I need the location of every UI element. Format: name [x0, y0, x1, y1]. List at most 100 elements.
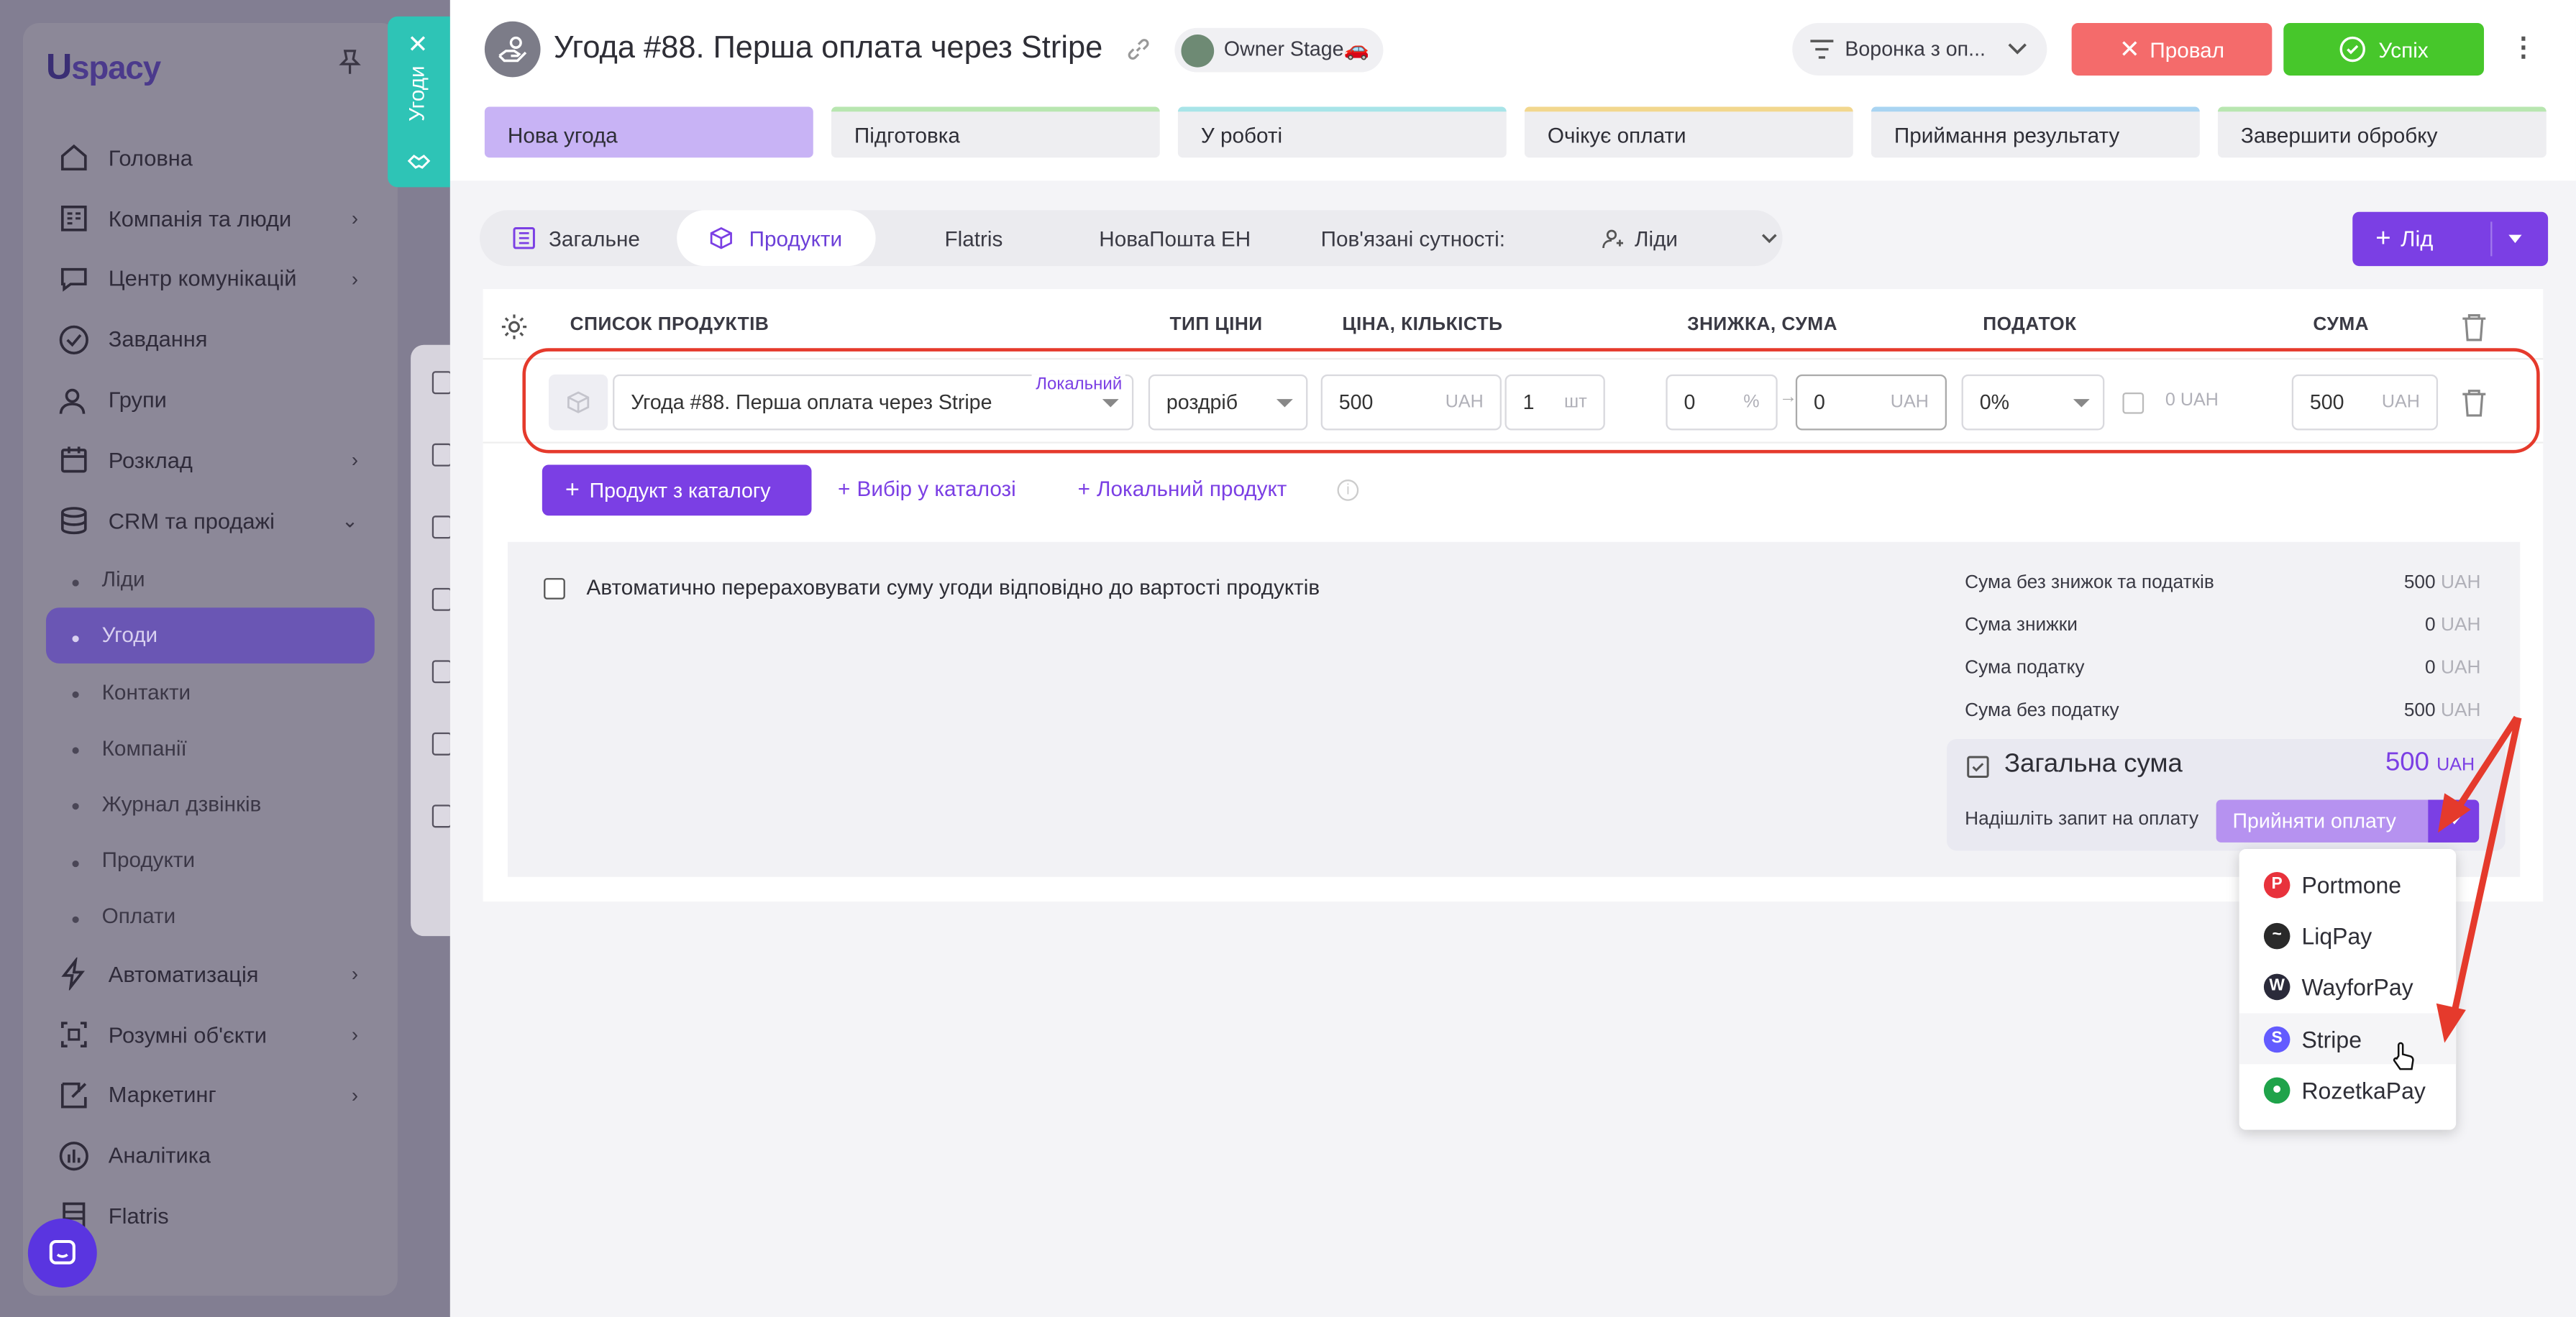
settings-gear-icon[interactable]: [499, 312, 529, 350]
sidebar-nav: Головна Компанія та люди › Центр комунік…: [45, 128, 375, 1247]
chevron-right-icon: ›: [351, 1083, 358, 1107]
analytics-icon: [56, 1137, 92, 1173]
sidebar-item-automation[interactable]: Автоматизація ›: [46, 944, 375, 1004]
sidebar-item-groups[interactable]: Групи: [46, 370, 375, 430]
more-menu-icon[interactable]: ⋮: [2511, 31, 2537, 64]
sidebar-item-tasks[interactable]: Завдання: [46, 309, 375, 370]
add-lead-button[interactable]: + Лід: [2352, 211, 2549, 267]
sidebar: Uspacy Головна Компанія та люди › Центр …: [0, 0, 450, 1317]
payment-option-rozetkapay[interactable]: ● RozetkaPay: [2239, 1064, 2457, 1115]
smart-object-icon: [56, 1017, 92, 1052]
check-circle-icon: [2339, 36, 2365, 63]
sidebar-item-call-log[interactable]: Журнал дзвінків: [46, 776, 375, 832]
product-from-catalog-button[interactable]: + Продукт з каталогу: [542, 464, 812, 516]
stage-in-progress[interactable]: У роботі: [1177, 106, 1507, 158]
sidebar-item-marketing[interactable]: Маркетинг ›: [46, 1065, 375, 1125]
list-icon: [513, 227, 535, 249]
chat-support-button[interactable]: [27, 1219, 97, 1288]
trash-icon[interactable]: [2461, 312, 2488, 350]
background-list: [411, 344, 450, 937]
deal-content: Загальне Продукти Flatris НоваПошта ЕН П…: [449, 180, 2576, 1317]
background-checkbox: [431, 660, 452, 684]
header-sum: СУМА: [2313, 315, 2370, 336]
link-icon[interactable]: [1125, 36, 1152, 70]
products-card: СПИСОК ПРОДУКТІВ ТИП ЦІНИ ЦІНА, КІЛЬКІСТ…: [483, 289, 2544, 902]
deal-tabs: Загальне Продукти Flatris НоваПошта ЕН П…: [480, 210, 1783, 267]
deal-header: Угода #88. Перша оплата через Stripe Own…: [449, 0, 2576, 181]
tab-flatris[interactable]: Flatris: [945, 210, 1003, 266]
sidebar-item-payments[interactable]: Оплати: [46, 888, 375, 944]
caret-down-icon: [2508, 234, 2522, 244]
tab-products[interactable]: Продукти: [677, 210, 875, 267]
sum-tax: Сума податку 0 UAH: [1965, 658, 2481, 679]
bolt-icon: [56, 956, 92, 992]
sidebar-item-analytics[interactable]: Аналітика: [46, 1125, 375, 1185]
company-icon: [56, 201, 92, 237]
calendar-icon: [56, 442, 92, 478]
stage-finish[interactable]: Завершити обробку: [2217, 106, 2547, 158]
pin-icon[interactable]: [339, 50, 362, 81]
chat-icon: [56, 261, 92, 297]
database-icon: [56, 503, 92, 538]
filter-icon: [1810, 40, 1834, 59]
deal-avatar: [484, 21, 541, 78]
success-button[interactable]: Успіх: [2283, 22, 2485, 76]
auto-recalc-checkbox[interactable]: [544, 578, 565, 600]
total-label: Загальна сума: [2004, 750, 2183, 779]
stage-acceptance[interactable]: Приймання результату: [1871, 106, 2200, 158]
chevron-right-icon: ›: [351, 1023, 358, 1047]
local-product-link[interactable]: + Локальний продукт: [1078, 476, 1287, 500]
sidebar-item-products[interactable]: Продукти: [46, 832, 375, 888]
background-checkbox: [431, 732, 452, 756]
deals-side-tab[interactable]: ✕ Угоди: [388, 16, 450, 188]
stage-bar: Нова угода Підготовка У роботі Очікує оп…: [484, 106, 2547, 158]
plus-icon: +: [1077, 476, 1090, 501]
chevron-right-icon: ›: [351, 267, 358, 291]
sidebar-item-leads[interactable]: Ліди: [46, 551, 375, 607]
logo[interactable]: Uspacy: [46, 46, 161, 88]
sidebar-item-company[interactable]: Компанія та люди ›: [46, 188, 375, 249]
header-price-qty: ЦІНА, КІЛЬКІСТЬ: [1342, 315, 1503, 336]
background-checkbox: [431, 443, 452, 467]
auto-recalc-label: Автоматично перераховувати суму угоди ві…: [586, 574, 1320, 600]
header-discount: ЗНИЖКА, СУМА: [1687, 315, 1838, 336]
wayforpay-icon: W: [2263, 973, 2290, 1000]
sidebar-item-contacts[interactable]: Контакти: [46, 664, 375, 720]
header-price-type: ТИП ЦІНИ: [1169, 315, 1263, 336]
stage-preparation[interactable]: Підготовка: [831, 106, 1160, 158]
sidebar-item-smart-objects[interactable]: Розумні об'єкти ›: [46, 1004, 375, 1065]
tab-general[interactable]: Загальне: [513, 210, 640, 266]
highlight-annotation: [522, 348, 2540, 454]
home-icon: [56, 140, 92, 176]
select-in-catalog-link[interactable]: + Вибір у каталозі: [838, 476, 1016, 500]
handshake-icon: [406, 148, 432, 183]
info-icon[interactable]: i: [1337, 479, 1359, 501]
check-circle-icon: [56, 321, 92, 357]
annotation-arrows: [2436, 715, 2522, 1043]
close-icon[interactable]: ✕: [408, 29, 429, 59]
sidebar-item-home[interactable]: Головна: [46, 128, 375, 188]
sidebar-item-companies[interactable]: Компанії: [46, 720, 375, 776]
sidebar-item-flatris[interactable]: Flatris: [46, 1186, 375, 1247]
funnel-select[interactable]: Воронка з оп...: [1792, 22, 2047, 76]
chevron-right-icon: ›: [351, 449, 358, 472]
page-title: Угода #88. Перша оплата через Stripe: [553, 31, 1103, 66]
chevron-right-icon: ›: [351, 963, 358, 986]
stage-awaiting-payment[interactable]: Очікує оплати: [1524, 106, 1853, 158]
owner-chip[interactable]: Owner Stage🚗: [1174, 27, 1383, 73]
background-checkbox: [431, 371, 452, 395]
summary-section: Автоматично перераховувати суму угоди ві…: [507, 541, 2521, 877]
stage-new-deal[interactable]: Нова угода: [484, 106, 813, 158]
sum-without-discounts: Сума без знижок та податків 500 UAH: [1965, 573, 2481, 593]
sum-discount: Сума знижки 0 UAH: [1965, 615, 2481, 636]
sidebar-item-communications[interactable]: Центр комунікацій ›: [46, 249, 375, 309]
sidebar-item-schedule[interactable]: Розклад ›: [46, 430, 375, 490]
stripe-icon: S: [2263, 1025, 2290, 1052]
clipboard-check-icon: [1967, 756, 1989, 779]
tab-novaposhta[interactable]: НоваПошта ЕН: [1099, 210, 1251, 266]
sidebar-item-deals[interactable]: Угоди: [45, 607, 375, 664]
chevron-right-icon: ›: [351, 207, 358, 231]
fail-button[interactable]: ✕ Провал: [2071, 22, 2273, 76]
sidebar-item-crm[interactable]: CRM та продажі ⌄: [46, 491, 375, 551]
related-entities-select[interactable]: Ліди: [1602, 210, 1779, 266]
